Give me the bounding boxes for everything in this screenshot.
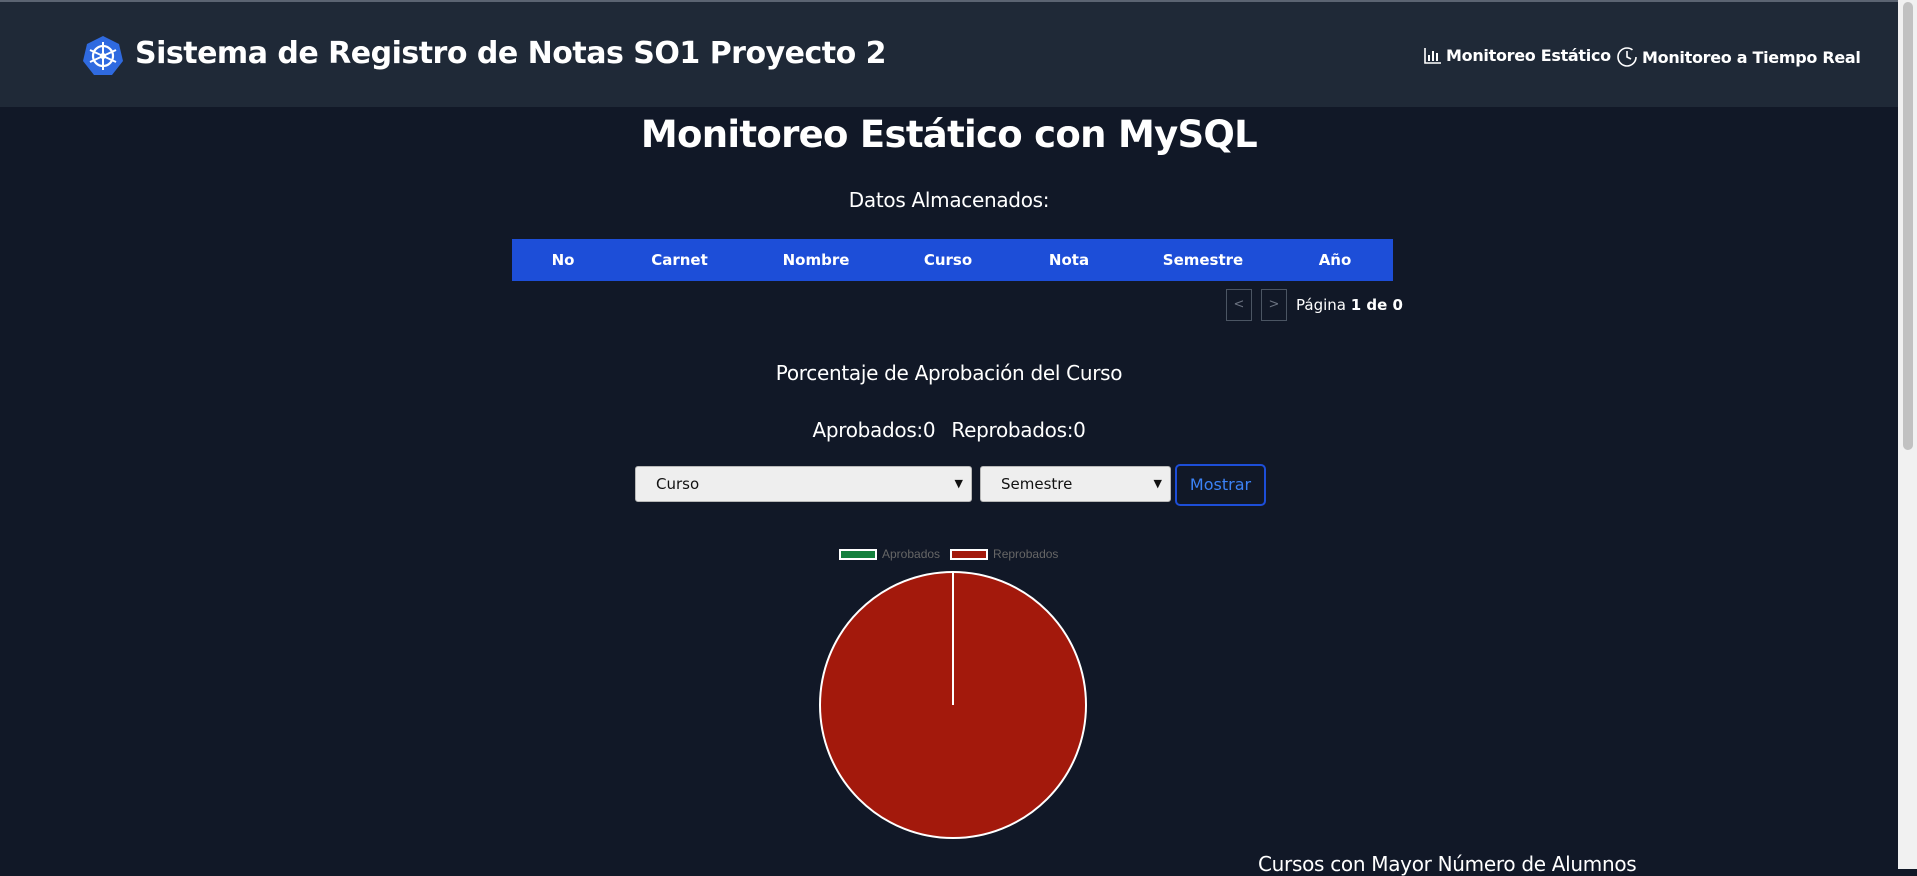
page-title: Monitoreo Estático con MySQL	[640, 113, 1258, 156]
page-value: 1 de 0	[1350, 296, 1403, 314]
legend-label-failed: Reprobados	[993, 547, 1059, 561]
legend-label-approved: Aprobados	[882, 547, 941, 561]
next-page-button[interactable]: >	[1261, 289, 1287, 321]
grades-table: No Carnet Nombre Curso Nota Semestre Año	[512, 239, 1393, 281]
course-select-value: Curso	[656, 475, 700, 493]
nav-link-static-label: Monitoreo Estático	[1446, 46, 1611, 65]
chart-legend: Aprobados Reprobados	[839, 547, 1058, 561]
kubernetes-logo-icon	[83, 36, 123, 75]
clock-icon	[1617, 47, 1637, 67]
previous-page-button[interactable]: <	[1226, 289, 1252, 321]
semester-select[interactable]: Semestre ▼	[980, 466, 1171, 502]
nav-link-realtime-label: Monitoreo a Tiempo Real	[1642, 47, 1861, 67]
nav-link-static-monitoring[interactable]: Monitoreo Estático	[1424, 46, 1611, 65]
legend-swatch-failed	[950, 548, 989, 560]
legend-item-failed[interactable]: Reprobados	[950, 547, 1058, 561]
column-header-nota: Nota	[1009, 239, 1129, 281]
bar-chart-icon	[1424, 48, 1441, 64]
legend-item-approved[interactable]: Aprobados	[839, 547, 940, 561]
semester-select-value: Semestre	[1001, 475, 1073, 493]
column-header-curso: Curso	[887, 239, 1009, 281]
approval-pie-chart	[819, 571, 1087, 839]
chevron-down-icon: ▼	[954, 477, 963, 490]
top-courses-heading: Cursos con Mayor Número de Alumnos	[1258, 852, 1637, 876]
navbar: Sistema de Registro de Notas SO1 Proyect…	[0, 2, 1898, 107]
stored-data-heading: Datos Almacenados:	[848, 188, 1050, 212]
column-header-carnet: Carnet	[614, 239, 745, 281]
scrollbar-thumb[interactable]	[1903, 2, 1913, 450]
page-label: Página	[1296, 296, 1346, 314]
page-scrollbar[interactable]	[1898, 0, 1917, 869]
approval-heading: Porcentaje de Aprobación del Curso	[775, 361, 1123, 385]
chevron-down-icon: ▼	[1153, 477, 1162, 490]
course-select[interactable]: Curso ▼	[635, 466, 972, 502]
failed-count: Reprobados:0	[951, 418, 1086, 442]
column-header-no: No	[512, 239, 614, 281]
column-header-anio: Año	[1277, 239, 1393, 281]
column-header-nombre: Nombre	[745, 239, 887, 281]
legend-swatch-approved	[839, 548, 877, 560]
approval-counts: Aprobados:0 Reprobados:0	[0, 418, 1898, 442]
column-header-semestre: Semestre	[1129, 239, 1277, 281]
table-header-row: No Carnet Nombre Curso Nota Semestre Año	[512, 239, 1393, 281]
page-indicator: Página 1 de 0	[1296, 296, 1403, 314]
nav-link-realtime-monitoring[interactable]: Monitoreo a Tiempo Real	[1616, 46, 1861, 68]
show-button[interactable]: Mostrar	[1175, 464, 1266, 506]
app-title: Sistema de Registro de Notas SO1 Proyect…	[135, 36, 887, 71]
approved-count: Aprobados:0	[812, 418, 936, 442]
